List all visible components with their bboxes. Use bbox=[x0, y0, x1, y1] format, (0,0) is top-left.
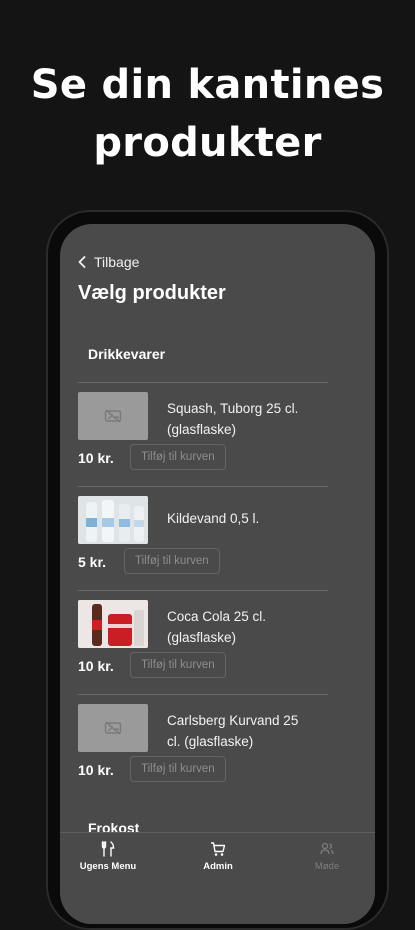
chevron-left-icon bbox=[78, 256, 86, 268]
cart-icon bbox=[211, 842, 226, 856]
tab-weekly-menu[interactable]: Ugens Menu bbox=[68, 841, 148, 872]
product-image bbox=[78, 392, 148, 440]
promo-headline: Se din kantines produkter bbox=[0, 56, 415, 172]
section-drinks: Drikkevarer bbox=[88, 346, 166, 362]
product-image bbox=[78, 704, 148, 752]
divider bbox=[78, 694, 328, 695]
product-name: Carlsberg Kurvand 25 cl. (glasflaske) bbox=[167, 713, 299, 749]
add-to-cart-button[interactable]: Tilføj til kurven bbox=[130, 444, 226, 470]
product-item: Coca Cola 25 cl. (glasflaske) 10 kr. Til… bbox=[78, 600, 338, 694]
divider bbox=[78, 486, 328, 487]
divider bbox=[78, 382, 328, 383]
product-item: Squash, Tuborg 25 cl. (glasflaske) 10 kr… bbox=[78, 392, 338, 486]
divider bbox=[78, 590, 328, 591]
meeting-icon bbox=[320, 842, 334, 855]
product-price: 10 kr. bbox=[78, 762, 114, 778]
product-price: 5 kr. bbox=[78, 554, 107, 570]
add-to-cart-button[interactable]: Tilføj til kurven bbox=[124, 548, 220, 574]
bottom-tab-bar: Ugens Menu Admin Møde bbox=[60, 832, 375, 924]
back-label: Tilbage bbox=[94, 254, 140, 270]
water-bottles-photo bbox=[78, 496, 148, 544]
tab-label: Admin bbox=[203, 861, 233, 872]
image-placeholder-icon bbox=[104, 409, 122, 423]
product-name: Coca Cola 25 cl. (glasflaske) bbox=[167, 609, 267, 645]
headline-line-1: Se din kantines bbox=[30, 62, 385, 108]
coca-cola-photo bbox=[78, 600, 148, 648]
product-price: 10 kr. bbox=[78, 658, 114, 674]
product-name: Squash, Tuborg 25 cl. (glasflaske) bbox=[167, 401, 299, 437]
add-to-cart-button[interactable]: Tilføj til kurven bbox=[130, 652, 226, 678]
tab-label: Ugens Menu bbox=[79, 861, 137, 872]
cutlery-icon bbox=[101, 841, 115, 857]
page-title: Vælg produkter bbox=[78, 282, 226, 304]
tab-meeting[interactable]: Møde bbox=[287, 841, 367, 872]
product-item: Kildevand 0,5 l. 5 kr. Tilføj til kurven bbox=[78, 496, 338, 590]
headline-line-2: produkter bbox=[93, 120, 322, 166]
tab-admin[interactable]: Admin bbox=[178, 841, 258, 872]
product-image bbox=[78, 600, 148, 648]
back-button[interactable]: Tilbage bbox=[78, 254, 139, 270]
product-name: Kildevand 0,5 l. bbox=[167, 511, 260, 526]
product-price: 10 kr. bbox=[78, 450, 114, 466]
image-placeholder-icon bbox=[104, 721, 122, 735]
product-item: Carlsberg Kurvand 25 cl. (glasflaske) 10… bbox=[78, 704, 338, 798]
app-screen: Tilbage Vælg produkter Drikkevarer Squas… bbox=[60, 224, 375, 924]
phone-frame: Tilbage Vælg produkter Drikkevarer Squas… bbox=[46, 210, 389, 930]
tab-label: Møde bbox=[314, 861, 340, 872]
product-image bbox=[78, 496, 148, 544]
add-to-cart-button[interactable]: Tilføj til kurven bbox=[130, 756, 226, 782]
